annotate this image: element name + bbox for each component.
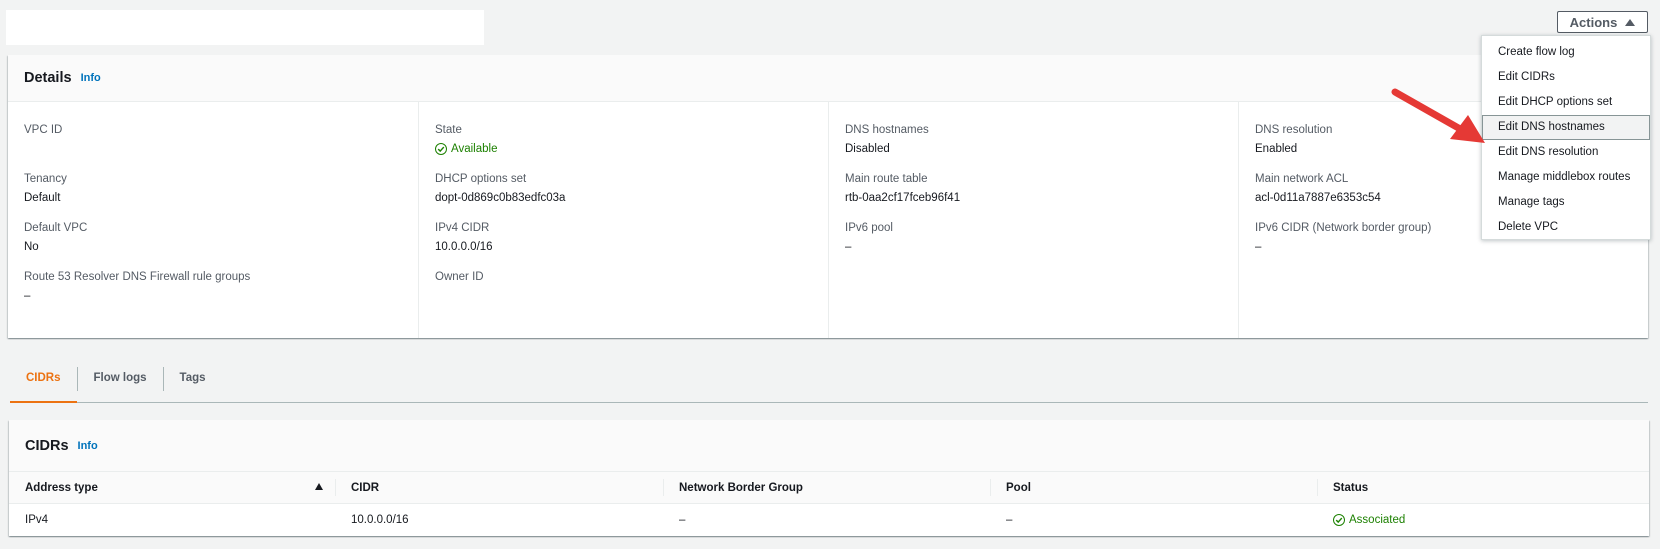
check-circle-icon	[435, 143, 447, 155]
actions-button-label: Actions	[1569, 14, 1618, 30]
field-dns-hostnames: DNS hostnames Disabled	[845, 124, 929, 155]
menu-item-manage-middlebox-routes[interactable]: Manage middlebox routes	[1482, 165, 1650, 190]
state-badge: Available	[435, 143, 497, 155]
state-value: Available	[451, 143, 498, 155]
details-column-1: VPC ID Tenancy Default Default VPC No Ro…	[8, 102, 418, 338]
actions-menu: Create flow log Edit CIDRs Edit DHCP opt…	[1481, 35, 1651, 240]
dhcp-options-link[interactable]: dopt-0d869c0b83edfc03a	[435, 192, 565, 204]
tab-bar: CIDRs Flow logs Tags	[10, 362, 1648, 403]
field-label: IPv4 CIDR	[435, 222, 490, 234]
column-header-label: Status	[1333, 481, 1369, 494]
field-owner-id: Owner ID	[435, 271, 484, 290]
column-header-cidr[interactable]: CIDR	[335, 472, 663, 503]
details-column-2: State Available DHCP options set dopt-0d…	[418, 102, 829, 338]
status-badge: Associated	[1333, 514, 1405, 526]
sort-ascending-icon[interactable]	[315, 483, 323, 490]
actions-button[interactable]: Actions	[1557, 11, 1648, 33]
tab-cidrs[interactable]: CIDRs	[10, 362, 77, 403]
field-default-vpc: Default VPC No	[24, 222, 87, 253]
details-header: Details Info	[8, 55, 1648, 102]
menu-item-edit-dns-resolution[interactable]: Edit DNS resolution	[1482, 140, 1650, 165]
field-tenancy: Tenancy Default	[24, 173, 67, 204]
cell-address-type: IPv4	[25, 514, 49, 526]
column-header-address-type[interactable]: Address type	[9, 472, 335, 503]
details-title: Details	[24, 70, 72, 86]
cell-status: Associated	[1317, 514, 1649, 526]
field-value: –	[24, 290, 31, 302]
field-label: Main route table	[845, 173, 928, 185]
column-header-network-border-group[interactable]: Network Border Group	[663, 472, 990, 503]
field-value: Enabled	[1255, 143, 1298, 155]
details-info-link[interactable]: Info	[81, 72, 101, 84]
field-main-network-acl: Main network ACL acl-0d11a7887e6353c54	[1255, 173, 1381, 204]
details-column-3: DNS hostnames Disabled Main route table …	[828, 102, 1239, 338]
field-dhcp-options-set: DHCP options set dopt-0d869c0b83edfc03a	[435, 173, 565, 204]
cidrs-header: CIDRs Info	[9, 420, 1649, 472]
column-header-label: Network Border Group	[679, 481, 803, 494]
field-label: DNS resolution	[1255, 124, 1333, 136]
field-value: –	[845, 241, 852, 253]
cell-network-border-group: –	[679, 514, 686, 526]
details-panel: Details Info VPC ID Tenancy Default Defa…	[8, 55, 1648, 338]
field-label: VPC ID	[24, 124, 63, 136]
cell-pool: –	[1006, 514, 1013, 526]
check-circle-icon	[1333, 514, 1345, 526]
menu-item-edit-dhcp-options-set[interactable]: Edit DHCP options set	[1482, 90, 1650, 115]
tab-flow-logs[interactable]: Flow logs	[78, 362, 163, 400]
field-label: Main network ACL	[1255, 173, 1349, 185]
table-row: IPv4 10.0.0.0/16 – – Associated	[9, 504, 1649, 536]
field-ipv6-cidr: IPv6 CIDR (Network border group) –	[1255, 222, 1431, 253]
field-value: Disabled	[845, 143, 890, 155]
column-header-label: CIDR	[351, 481, 380, 494]
column-header-status[interactable]: Status	[1317, 472, 1649, 503]
menu-item-edit-dns-hostnames[interactable]: Edit DNS hostnames	[1482, 115, 1650, 140]
field-label: IPv6 CIDR (Network border group)	[1255, 222, 1432, 234]
field-state: State Available	[435, 124, 497, 156]
cell-cidr: 10.0.0.0/16	[351, 514, 409, 526]
menu-item-manage-tags[interactable]: Manage tags	[1482, 190, 1650, 215]
field-value: –	[1255, 241, 1262, 253]
field-label: Tenancy	[24, 173, 67, 185]
field-dns-firewall-rule-groups: Route 53 Resolver DNS Firewall rule grou…	[24, 271, 250, 302]
field-label: Route 53 Resolver DNS Firewall rule grou…	[24, 271, 251, 283]
field-label: DHCP options set	[435, 173, 527, 185]
field-vpc-id: VPC ID	[24, 124, 62, 143]
caret-up-icon	[1625, 18, 1636, 26]
field-ipv4-cidr: IPv4 CIDR 10.0.0.0/16	[435, 222, 493, 253]
field-value: Default	[24, 192, 61, 204]
cidrs-title: CIDRs	[25, 437, 69, 454]
menu-item-edit-cidrs[interactable]: Edit CIDRs	[1482, 65, 1650, 90]
field-dns-resolution: DNS resolution Enabled	[1255, 124, 1332, 155]
menu-item-create-flow-log[interactable]: Create flow log	[1482, 40, 1650, 65]
tab-tags[interactable]: Tags	[164, 362, 222, 400]
status-value: Associated	[1349, 514, 1406, 526]
page-title-placeholder	[6, 10, 484, 45]
column-header-label: Pool	[1006, 481, 1031, 494]
menu-item-delete-vpc[interactable]: Delete VPC	[1482, 215, 1650, 240]
main-network-acl-link[interactable]: acl-0d11a7887e6353c54	[1255, 192, 1381, 204]
cidrs-table-header: Address type CIDR Network Border Group P…	[9, 472, 1649, 504]
details-grid: VPC ID Tenancy Default Default VPC No Ro…	[8, 102, 1648, 338]
field-main-route-table: Main route table rtb-0aa2cf17fceb96f41	[845, 173, 960, 204]
field-label: State	[435, 124, 462, 136]
cidrs-info-link[interactable]: Info	[78, 440, 98, 452]
column-header-label: Address type	[25, 481, 98, 494]
field-value: 10.0.0.0/16	[435, 241, 493, 253]
main-route-table-link[interactable]: rtb-0aa2cf17fceb96f41	[845, 192, 960, 204]
column-header-pool[interactable]: Pool	[990, 472, 1317, 503]
field-value: No	[24, 241, 39, 253]
field-label: IPv6 pool	[845, 222, 893, 234]
cidrs-panel: CIDRs Info Address type CIDR Network Bor…	[9, 420, 1649, 536]
field-label: DNS hostnames	[845, 124, 929, 136]
field-label: Default VPC	[24, 222, 88, 234]
field-label: Owner ID	[435, 271, 484, 283]
field-ipv6-pool: IPv6 pool –	[845, 222, 893, 253]
